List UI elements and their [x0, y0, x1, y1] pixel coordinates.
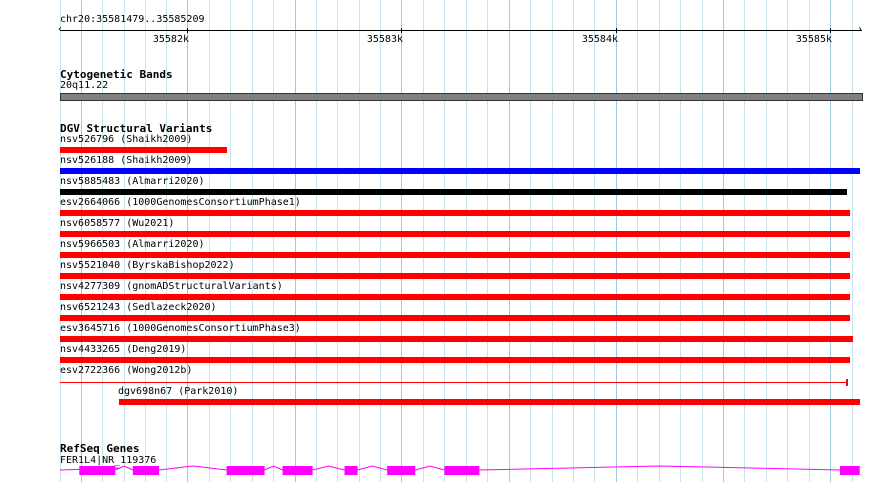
- variant-label[interactable]: nsv526188 (Shaikh2009): [60, 155, 192, 167]
- ruler-tick-label: 35582k: [152, 34, 189, 45]
- grid-line: [487, 0, 488, 482]
- grid-line: [337, 0, 338, 482]
- variant-bar[interactable]: [60, 273, 850, 279]
- exon-block[interactable]: [79, 466, 116, 475]
- grid-line: [573, 0, 574, 482]
- grid-line: [594, 0, 595, 482]
- grid-line: [744, 0, 745, 482]
- exon-block[interactable]: [226, 466, 265, 475]
- variant-bar[interactable]: [60, 357, 850, 363]
- grid-line: [295, 0, 296, 482]
- ruler-right-arrow-icon[interactable]: ›: [857, 25, 863, 35]
- ruler-left-arrow-icon[interactable]: ‹: [57, 25, 63, 35]
- variant-bar[interactable]: [60, 336, 853, 342]
- exon-block[interactable]: [282, 466, 313, 475]
- grid-line: [766, 0, 767, 482]
- grid-line: [680, 0, 681, 482]
- exon-block[interactable]: [387, 466, 416, 475]
- intron-line: [479, 465, 840, 471]
- grid-line: [552, 0, 553, 482]
- grid-line: [230, 0, 231, 482]
- variant-label[interactable]: nsv5966503 (Almarri2020): [60, 239, 205, 251]
- ruler-tick: [187, 28, 188, 33]
- grid-line: [252, 0, 253, 482]
- exon-block[interactable]: [839, 466, 860, 475]
- variant-bar[interactable]: [60, 294, 850, 300]
- grid-line: [830, 0, 831, 482]
- ruler-tick: [830, 28, 831, 33]
- grid-line: [380, 0, 381, 482]
- ruler-line: [60, 30, 862, 31]
- variant-bar[interactable]: [118, 399, 860, 405]
- variant-label[interactable]: nsv526796 (Shaikh2009): [60, 134, 192, 146]
- grid-line: [316, 0, 317, 482]
- variant-label[interactable]: esv3645716 (1000GenomesConsortiumPhase3): [60, 323, 301, 335]
- variant-bar[interactable]: [60, 315, 850, 321]
- exon-block[interactable]: [132, 466, 160, 475]
- variant-bar[interactable]: [60, 231, 850, 237]
- grid-line: [637, 0, 638, 482]
- grid-line: [509, 0, 510, 482]
- intron-line: [264, 465, 283, 471]
- cytoband-label: 20q11.22: [60, 80, 109, 91]
- variant-label[interactable]: nsv4277309 (gnomADStructuralVariants): [60, 281, 283, 293]
- ruler-tick: [401, 28, 402, 33]
- variant-bar[interactable]: [60, 168, 860, 174]
- intron-line: [312, 465, 345, 471]
- grid-line: [273, 0, 274, 482]
- variant-bar[interactable]: [60, 210, 850, 216]
- ruler-tick-label: 35584k: [581, 34, 618, 45]
- grid-line: [530, 0, 531, 482]
- grid-line: [359, 0, 360, 482]
- grid-line: [787, 0, 788, 482]
- gene-model[interactable]: [0, 455, 890, 482]
- intron-line: [158, 465, 227, 471]
- intron-line: [357, 465, 388, 471]
- ruler-tick-label: 35585k: [795, 34, 832, 45]
- variant-label[interactable]: nsv5521040 (ByrskaBishop2022): [60, 260, 235, 272]
- ruler-tick: [616, 28, 617, 33]
- variant-label[interactable]: esv2722366 (Wong2012b): [60, 365, 192, 377]
- location-header: chr20:35581479..35585209: [60, 14, 205, 25]
- variant-label[interactable]: nsv5885483 (Almarri2020): [60, 176, 205, 188]
- grid-line: [209, 0, 210, 482]
- grid-line: [659, 0, 660, 482]
- intron-line: [415, 465, 445, 471]
- exon-block[interactable]: [344, 466, 358, 475]
- variant-label[interactable]: esv2664066 (1000GenomesConsortiumPhase1): [60, 197, 301, 209]
- variant-line[interactable]: [60, 382, 848, 383]
- grid-line: [616, 0, 617, 482]
- variant-label[interactable]: nsv6058577 (Wu2021): [60, 218, 174, 230]
- grid-line: [723, 0, 724, 482]
- grid-line: [423, 0, 424, 482]
- refseq-track-title[interactable]: RefSeq Genes: [60, 442, 139, 455]
- variant-bar[interactable]: [60, 147, 228, 153]
- exon-block[interactable]: [444, 466, 480, 475]
- grid-line: [809, 0, 810, 482]
- grid-line: [852, 0, 853, 482]
- ruler-tick-label: 35583k: [366, 34, 403, 45]
- grid-line: [401, 0, 402, 482]
- grid-line: [702, 0, 703, 482]
- grid-line: [466, 0, 467, 482]
- cytoband-bar[interactable]: [60, 93, 863, 101]
- variant-line-end: [845, 379, 848, 386]
- grid-line: [444, 0, 445, 482]
- variant-label[interactable]: nsv6521243 (Sedlazeck2020): [60, 302, 217, 314]
- variant-label[interactable]: dgv698n67 (Park2010): [118, 386, 238, 398]
- variant-label[interactable]: nsv4433265 (Deng2019): [60, 344, 186, 356]
- variant-bar[interactable]: [60, 252, 850, 258]
- variant-bar[interactable]: [60, 189, 847, 195]
